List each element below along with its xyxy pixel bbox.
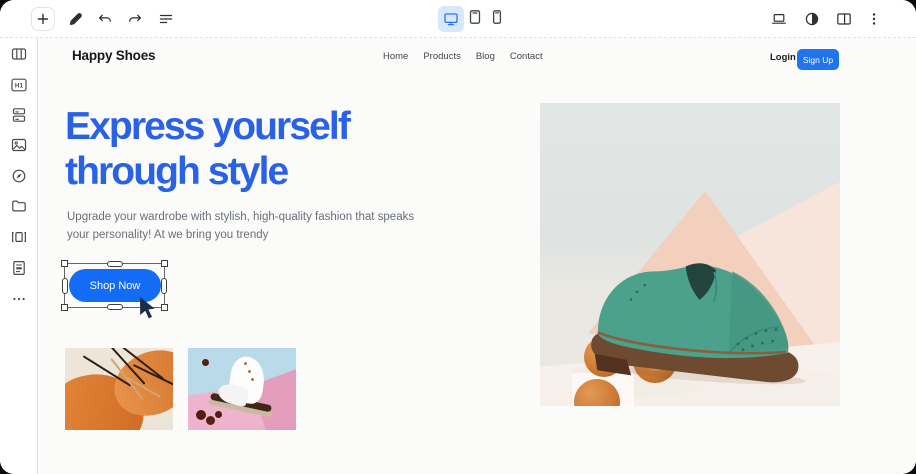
edit-button[interactable] — [67, 11, 83, 27]
hero-description[interactable]: Upgrade your wardrobe with stylish, high… — [67, 208, 419, 244]
plus-icon — [35, 11, 51, 27]
more-kebab-icon — [866, 11, 882, 27]
carousel-icon[interactable] — [11, 229, 27, 245]
add-element-button[interactable] — [31, 7, 55, 31]
handle-top[interactable] — [107, 261, 123, 267]
deco-berry — [196, 410, 206, 420]
nav-contact[interactable]: Contact — [510, 51, 543, 62]
nav-home[interactable]: Home — [383, 51, 408, 62]
redo-button[interactable] — [127, 11, 143, 27]
laptop-icon — [771, 11, 787, 27]
handle-right[interactable] — [161, 278, 167, 294]
compass-icon[interactable] — [11, 168, 27, 184]
panel-toggle-button[interactable] — [836, 11, 852, 27]
mouse-cursor — [139, 297, 156, 321]
handle-top-right[interactable] — [161, 260, 168, 267]
image-icon[interactable] — [11, 137, 27, 153]
design-canvas[interactable]: Happy Shoes Home Products Blog Contact L… — [39, 38, 916, 474]
deco-berry — [202, 359, 209, 366]
site-logo[interactable]: Happy Shoes — [72, 48, 155, 63]
hero-heading[interactable]: Express yourself through style — [65, 104, 349, 194]
pencil-icon — [67, 11, 83, 27]
more-tools-icon[interactable] — [11, 291, 27, 307]
deco-lace-dot — [251, 378, 254, 381]
layout-columns-icon[interactable] — [11, 46, 27, 62]
site-nav: Home Products Blog Contact — [383, 51, 543, 62]
split-panel-icon — [836, 11, 852, 27]
login-link[interactable]: Login — [770, 52, 796, 63]
top-toolbar — [0, 0, 916, 38]
more-menu-button[interactable] — [866, 11, 882, 27]
heading-h1-icon[interactable]: H1 — [11, 77, 27, 93]
deco-berry — [215, 411, 222, 418]
form-fields-icon[interactable] — [11, 107, 27, 123]
left-tool-rail: H1 — [0, 38, 38, 474]
layers-button[interactable] — [158, 11, 174, 27]
undo-icon — [97, 11, 113, 27]
layers-list-icon — [158, 11, 174, 27]
app-window: H1 Happy Shoes Home — [0, 0, 916, 474]
handle-bottom[interactable] — [107, 304, 123, 310]
handle-left[interactable] — [62, 278, 68, 294]
teal-shoe-illustration — [572, 241, 815, 392]
handle-top-left[interactable] — [61, 260, 68, 267]
contact-card-icon[interactable] — [11, 260, 27, 276]
thumbnail-ice-skate[interactable] — [188, 348, 296, 430]
nav-blog[interactable]: Blog — [476, 51, 495, 62]
handle-bottom-right[interactable] — [161, 304, 168, 311]
handle-bottom-left[interactable] — [61, 304, 68, 311]
thumbnail-leather-shoes[interactable] — [65, 348, 173, 430]
theme-toggle-button[interactable] — [804, 11, 820, 27]
preview-button[interactable] — [771, 11, 787, 27]
hero-heading-line2: through style — [65, 149, 349, 194]
tablet-icon — [467, 9, 483, 25]
deco-lace-dot — [248, 370, 251, 373]
device-phone-button[interactable] — [489, 9, 505, 25]
nav-products[interactable]: Products — [423, 51, 461, 62]
folder-icon[interactable] — [11, 198, 27, 214]
desktop-icon — [443, 11, 459, 27]
undo-button[interactable] — [97, 11, 113, 27]
deco-lace-dot — [244, 362, 247, 365]
contrast-icon — [804, 11, 820, 27]
redo-icon — [127, 11, 143, 27]
phone-icon — [489, 9, 505, 25]
hero-heading-line1: Express yourself — [65, 104, 349, 149]
deco-berry — [206, 416, 215, 425]
hero-image[interactable] — [540, 103, 840, 406]
device-tablet-button[interactable] — [467, 9, 483, 25]
signup-button[interactable]: Sign Up — [797, 49, 839, 70]
svg-text:H1: H1 — [15, 83, 24, 90]
device-desktop-button[interactable] — [438, 6, 464, 32]
